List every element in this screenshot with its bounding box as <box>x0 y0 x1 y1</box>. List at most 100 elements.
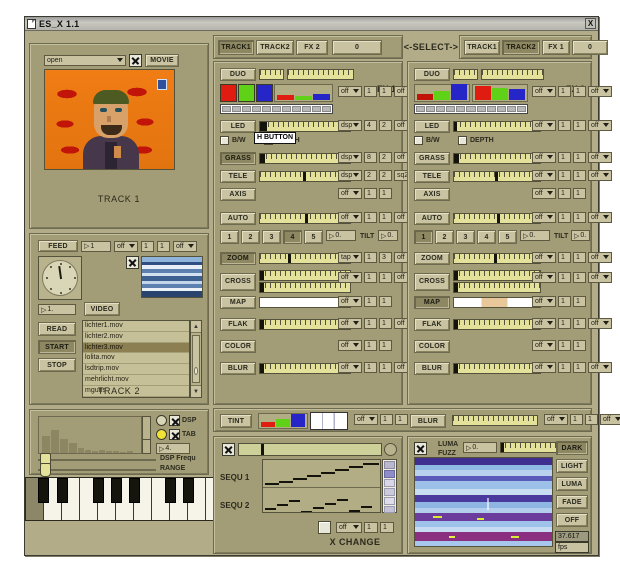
list-item-selected[interactable]: lichter3.mov <box>83 342 189 354</box>
ruler-knob[interactable] <box>288 254 291 263</box>
piano-black-key[interactable] <box>129 478 140 504</box>
fx2-grass-mode-select[interactable]: off <box>532 152 556 163</box>
analysis-off-button[interactable]: OFF <box>556 513 588 527</box>
fx1-auto-n1[interactable]: 1 <box>364 212 377 223</box>
tint-button[interactable]: TINT <box>220 414 252 428</box>
fx1-flak-mode-select[interactable]: off <box>338 318 362 329</box>
piano-black-key[interactable] <box>111 478 122 504</box>
fx2-flak-n2[interactable]: 1 <box>573 318 586 329</box>
video-button[interactable]: VIDEO <box>84 302 120 316</box>
window-close-button[interactable]: X <box>585 18 596 29</box>
fx1-grass-n1[interactable]: 8 <box>364 152 377 163</box>
fx1-preset-value[interactable]: ▷ 0. <box>326 230 356 241</box>
fx1-preset-5[interactable]: 5 <box>304 230 323 244</box>
fx2-zoom-n1[interactable]: 1 <box>558 252 571 263</box>
fx1-tele-n2[interactable]: 2 <box>379 170 392 181</box>
fx1-map-button[interactable]: MAP <box>220 296 256 309</box>
analysis-light-button[interactable]: LIGHT <box>556 459 588 473</box>
fx2-map-button[interactable]: MAP <box>414 296 450 309</box>
fx2-duo-slider-a[interactable] <box>453 69 478 80</box>
fx1-tele-mode-select[interactable]: dsp <box>338 170 362 181</box>
fx1-preset-2[interactable]: 2 <box>241 230 260 244</box>
fx2-zoom-mode-select[interactable]: off <box>532 252 556 263</box>
fx1-flak-button[interactable]: FLAK <box>220 318 256 331</box>
fx1-color-button[interactable]: COLOR <box>220 340 256 353</box>
fx1-duo-button[interactable]: DUO <box>220 68 256 81</box>
fx1-axis-mode-select[interactable]: off <box>338 188 362 199</box>
tint-n2[interactable]: 1 <box>395 414 408 425</box>
track2-close-icon[interactable] <box>126 256 139 269</box>
fx1-axis-n1[interactable]: 1 <box>364 188 377 199</box>
feed-n2-field[interactable]: 1 <box>157 240 170 252</box>
fx1-led-mode-select[interactable]: dsp <box>338 120 362 131</box>
fx2-map-mode-select[interactable]: off <box>532 296 556 307</box>
fx1-map-n1[interactable]: 1 <box>364 296 377 307</box>
fx2-preset-value[interactable]: ▷ 0. <box>520 230 550 241</box>
fx2-led-mode-select[interactable]: off <box>532 120 556 131</box>
fx1-auto-button[interactable]: AUTO <box>220 212 256 225</box>
feed-n1-field[interactable]: 1 <box>141 240 154 252</box>
fx1-duo-n2[interactable]: 1 <box>379 86 392 97</box>
fx1-swatch-green[interactable] <box>238 84 255 102</box>
fx1-zoom-mode-select[interactable]: tap <box>338 252 362 263</box>
fx2-grass-slider[interactable] <box>453 153 541 164</box>
fx1-cross-n2[interactable]: 1 <box>379 272 392 283</box>
fx2-map-n2[interactable]: 1 <box>573 296 586 307</box>
ruler-knob[interactable] <box>495 172 498 181</box>
fx2-led-mode2-select[interactable]: off <box>588 120 612 131</box>
fx1-color-mode-select[interactable]: off <box>338 340 362 351</box>
list-item[interactable]: lichter2.mov <box>83 331 189 343</box>
dsp-frequ-slider[interactable] <box>38 453 156 467</box>
fx2-axis-n2[interactable]: 1 <box>573 188 586 199</box>
fx1-swatch-red[interactable] <box>220 84 237 102</box>
list-item[interactable]: lolita.mov <box>83 353 189 365</box>
fx2-grass-mode2-select[interactable]: off <box>588 152 612 163</box>
fx2-preset-2[interactable]: 2 <box>435 230 454 244</box>
slider-thumb[interactable] <box>40 463 51 477</box>
fx2-color-n2[interactable]: 1 <box>573 340 586 351</box>
fx2-grass-button[interactable]: GRASS <box>414 152 450 165</box>
fx1-map-mode-select[interactable]: off <box>338 296 362 307</box>
feed-knob-value-field[interactable]: ▷ 1. <box>38 304 76 315</box>
sequencer-header-bar[interactable] <box>238 443 382 456</box>
tab-zero-right[interactable]: 0 <box>572 40 608 55</box>
fx1-grass-n2[interactable]: 2 <box>379 152 392 163</box>
fx2-led-button[interactable]: LED <box>414 120 450 133</box>
dsp-close-icon[interactable] <box>169 415 180 426</box>
tab-track1-right[interactable]: TRACK1 <box>464 40 500 55</box>
tint-n1[interactable]: 1 <box>380 414 393 425</box>
tab-track2-right[interactable]: TRACK2 <box>502 40 540 55</box>
ruler-knob[interactable] <box>303 172 306 181</box>
fx1-zoom-n2[interactable]: 3 <box>379 252 392 263</box>
luma-slider[interactable] <box>500 442 557 453</box>
bottom-blur-mode2-select[interactable]: off <box>600 414 620 425</box>
track1-movie-button[interactable]: MOVIE <box>145 54 179 67</box>
xchange-n2[interactable]: 1 <box>380 522 394 533</box>
fx2-led-n1[interactable]: 1 <box>558 120 571 131</box>
fx2-preset-1[interactable]: 1 <box>414 230 433 244</box>
tint-mode-select[interactable]: off <box>354 414 378 425</box>
fx1-duo-slider-a[interactable] <box>259 69 284 80</box>
fx1-blur-mode-select[interactable]: off <box>338 362 362 373</box>
piano-black-key[interactable] <box>93 478 104 504</box>
fx2-cross-slider-b[interactable] <box>453 282 541 293</box>
feed-button[interactable]: FEED <box>38 240 78 252</box>
list-item[interactable]: lsdtrip.mov <box>83 364 189 375</box>
fx1-color-n1[interactable]: 1 <box>364 340 377 351</box>
scrollbar-thumb[interactable] <box>192 335 200 383</box>
fx2-duo-n1[interactable]: 1 <box>558 86 571 97</box>
fx1-grass-mode-select[interactable]: dsp <box>338 152 362 163</box>
fx1-duo-slider-b[interactable] <box>287 69 354 80</box>
luma-value-field[interactable]: ▷ 0. <box>463 442 497 453</box>
range-slider[interactable] <box>38 463 156 477</box>
list-item[interactable]: lichter1.mov <box>83 321 189 332</box>
fx2-tele-mode-select[interactable]: off <box>532 170 556 181</box>
fx1-cross-n1[interactable]: 1 <box>364 272 377 283</box>
fx2-auto-mode2-select[interactable]: off <box>588 212 612 223</box>
feed-clock-knob[interactable] <box>38 256 82 300</box>
fx2-duo-mode2-select[interactable]: off <box>588 86 612 97</box>
fx2-blur-button[interactable]: BLUR <box>414 362 450 375</box>
tab-fx2-left[interactable]: FX 2 <box>296 40 328 55</box>
xchange-n1[interactable]: 1 <box>364 522 378 533</box>
fx2-color-mode-select[interactable]: off <box>532 340 556 351</box>
